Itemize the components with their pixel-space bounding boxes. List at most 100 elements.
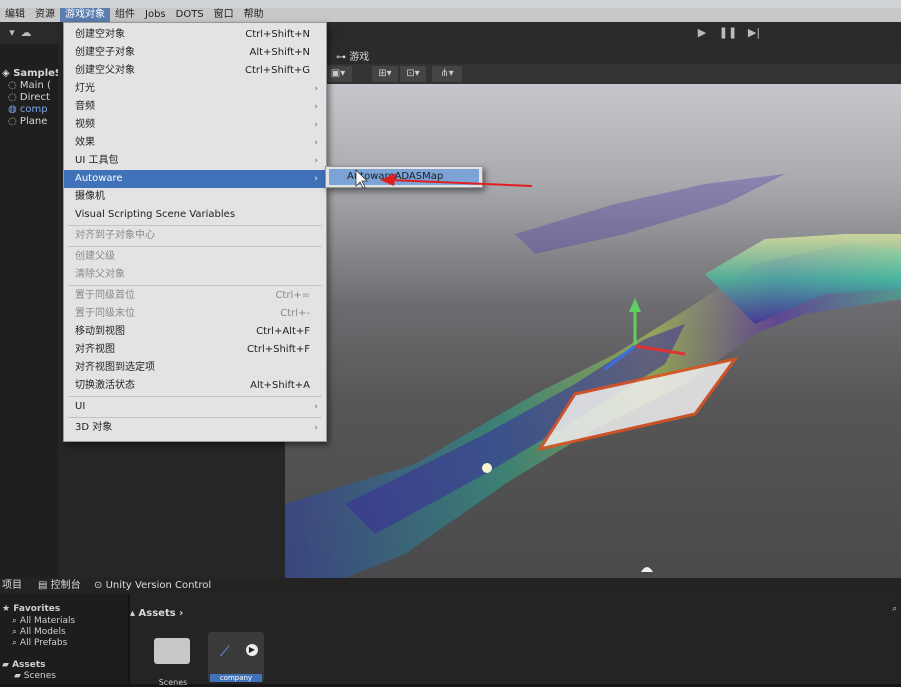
menu-camera[interactable]: 摄像机 (64, 188, 326, 206)
chevron-right-icon: › (179, 608, 184, 619)
point-cloud-distant (515, 174, 785, 254)
menubar-dots[interactable]: DOTS (171, 8, 209, 22)
search-icon[interactable]: ⌕ (893, 604, 897, 614)
menubar-gameobject[interactable]: 游戏对象 (60, 8, 110, 22)
chevron-right-icon: › (314, 138, 318, 148)
gameobject-menu: 创建空对象 Ctrl+Shift+N 创建空子对象 Alt+Shift+N 创建空父… (63, 22, 327, 442)
tab-project[interactable]: 项目 (2, 578, 22, 594)
menu-separator (68, 396, 322, 397)
menubar-help[interactable]: 帮助 (239, 8, 269, 22)
game-tab[interactable]: ⊶ 游戏 (336, 48, 369, 63)
favorites-item[interactable]: ⌕ All Prefabs (12, 638, 67, 648)
gizmo-y-arrow (629, 298, 641, 312)
hierarchy-item-directional-light[interactable]: ◌ Direct (0, 92, 58, 104)
point-cloud-render (285, 174, 901, 578)
menu-bar: 编辑 资源 游戏对象 组件 Jobs DOTS 窗口 帮助 (0, 8, 901, 22)
hierarchy-scene-root[interactable]: ◈ SampleS (0, 68, 58, 80)
menubar-assets[interactable]: 资源 (30, 8, 60, 22)
menu-audio[interactable]: 音频 › (64, 98, 326, 116)
shortcut-label: Ctrl+Shift+F (246, 344, 310, 355)
menu-3d-object[interactable]: 3D 对象 › (64, 419, 326, 437)
menu-set-last-sibling[interactable]: 置于同级末位 Ctrl+- (64, 305, 326, 323)
asset-tile-scenes[interactable]: Scenes (154, 638, 192, 687)
menubar-edit[interactable]: 编辑 (0, 8, 30, 22)
hierarchy-item-plane[interactable]: ◌ Plane (0, 116, 58, 128)
menu-make-parent[interactable]: 创建父级 (64, 248, 326, 266)
gameobject-icon: ◌ (8, 116, 17, 127)
draw-mode-dropdown[interactable]: ▣▾ (324, 66, 352, 82)
menu-move-to-view[interactable]: 移动到视图 Ctrl+Alt+F (64, 323, 326, 341)
gamepad-icon: ⊶ (336, 52, 346, 63)
menu-autoware[interactable]: Autoware › (64, 170, 326, 188)
folder-icon: ▰ (2, 660, 9, 670)
menu-create-empty[interactable]: 创建空对象 Ctrl+Shift+N (64, 26, 326, 44)
bottom-tab-bar: 项目 ▤ 控制台 ⊙ Unity Version Control (0, 578, 901, 594)
unity-scene-icon: ◈ (2, 68, 10, 79)
asset-tile-company[interactable]: ⟋ ▶ company (208, 632, 264, 682)
assets-folder-header[interactable]: ▰ Assets (2, 660, 46, 670)
play-icon[interactable]: ▶ (692, 25, 712, 41)
photo-top-edge (0, 0, 901, 8)
shortcut-label: Alt+Shift+N (249, 47, 310, 58)
chevron-right-icon: › (314, 84, 318, 94)
hierarchy-item-company[interactable]: ◍ comp (0, 104, 58, 116)
camera-gizmo-icon (641, 567, 653, 572)
menu-clear-parent[interactable]: 清除父对象 (64, 266, 326, 284)
chevron-right-icon: › (314, 423, 318, 433)
menubar-window[interactable]: 窗口 (209, 8, 239, 22)
menu-separator (68, 225, 322, 226)
menu-separator (68, 417, 322, 418)
menu-ui-toolkit[interactable]: UI 工具包 › (64, 152, 326, 170)
scene-view[interactable] (285, 84, 901, 578)
menu-create-empty-parent[interactable]: 创建空父对象 Ctrl+Shift+G (64, 62, 326, 80)
menu-visual-scripting-scene-variables[interactable]: Visual Scripting Scene Variables (64, 206, 326, 224)
tab-console[interactable]: ▤ 控制台 (38, 578, 81, 594)
shortcut-label: Ctrl+Alt+F (256, 326, 310, 337)
menu-align-view-to-selected[interactable]: 对齐视图到选定项 (64, 359, 326, 377)
menu-set-first-sibling[interactable]: 置于同级首位 Ctrl+= (64, 287, 326, 305)
hierarchy-item-main-camera[interactable]: ◌ Main ( (0, 80, 58, 92)
overlay-dropdown[interactable]: ⋔▾ (432, 66, 462, 82)
step-icon[interactable]: ▶| (744, 25, 764, 41)
shortcut-label: Alt+Shift+A (250, 380, 310, 391)
menu-toggle-active-state[interactable]: 切换激活状态 Alt+Shift+A (64, 377, 326, 395)
pause-icon[interactable]: ❚❚ (718, 25, 738, 41)
snap-increment-dropdown[interactable]: ⊡▾ (400, 66, 426, 82)
menubar-jobs[interactable]: Jobs (140, 8, 171, 22)
chevron-right-icon: › (314, 174, 318, 184)
favorites-item[interactable]: ⌕ All Models (12, 627, 66, 637)
mouse-cursor-icon (355, 169, 368, 189)
caret-up-icon: ▴ (130, 608, 136, 619)
chevron-right-icon: › (314, 402, 318, 412)
menu-effects[interactable]: 效果 › (64, 134, 326, 152)
grid-snap-dropdown[interactable]: ⊞▾ (372, 66, 398, 82)
menu-create-empty-child[interactable]: 创建空子对象 Alt+Shift+N (64, 44, 326, 62)
scene-toolbar: ▣▾ ⊞▾ ⊡▾ ⋔▾ (320, 64, 901, 84)
favorites-header[interactable]: ★ Favorites (2, 604, 60, 614)
menu-align-with-view[interactable]: 对齐视图 Ctrl+Shift+F (64, 341, 326, 359)
tab-version-control[interactable]: ⊙ Unity Version Control (94, 578, 211, 594)
menu-separator (68, 246, 322, 247)
menu-center-on-children[interactable]: 对齐到子对象中心 (64, 227, 326, 245)
cloud-icon[interactable]: ☁ (16, 25, 36, 41)
assets-browser: ▴ Assets › ⌕ Scenes ⟋ ▶ company (130, 594, 901, 687)
menubar-component[interactable]: 组件 (110, 8, 140, 22)
gameobject-icon: ◌ (8, 92, 17, 103)
star-icon: ★ (2, 604, 11, 614)
annotation-arrow (355, 169, 533, 189)
menu-ui[interactable]: UI › (64, 398, 326, 416)
project-sidebar: ★ Favorites ⌕ All Materials ⌕ All Models… (0, 594, 128, 684)
shortcut-label: Ctrl+Shift+N (245, 29, 310, 40)
view-tab-bar: ⊶ 游戏 (320, 44, 901, 64)
shortcut-label: Ctrl+= (275, 290, 310, 301)
menu-video[interactable]: 视频 › (64, 116, 326, 134)
favorites-item[interactable]: ⌕ All Materials (12, 616, 75, 626)
chevron-right-icon: › (314, 156, 318, 166)
light-gizmo-icon (482, 463, 492, 473)
breadcrumb[interactable]: ▴ Assets › (130, 608, 183, 619)
assets-child-folder[interactable]: ▰ Scenes (14, 671, 56, 681)
play-icon[interactable]: ▶ (246, 644, 258, 656)
menu-light[interactable]: 灯光 › (64, 80, 326, 98)
shortcut-label: Ctrl+Shift+G (244, 65, 310, 76)
search-icon: ⌕ (12, 638, 18, 648)
